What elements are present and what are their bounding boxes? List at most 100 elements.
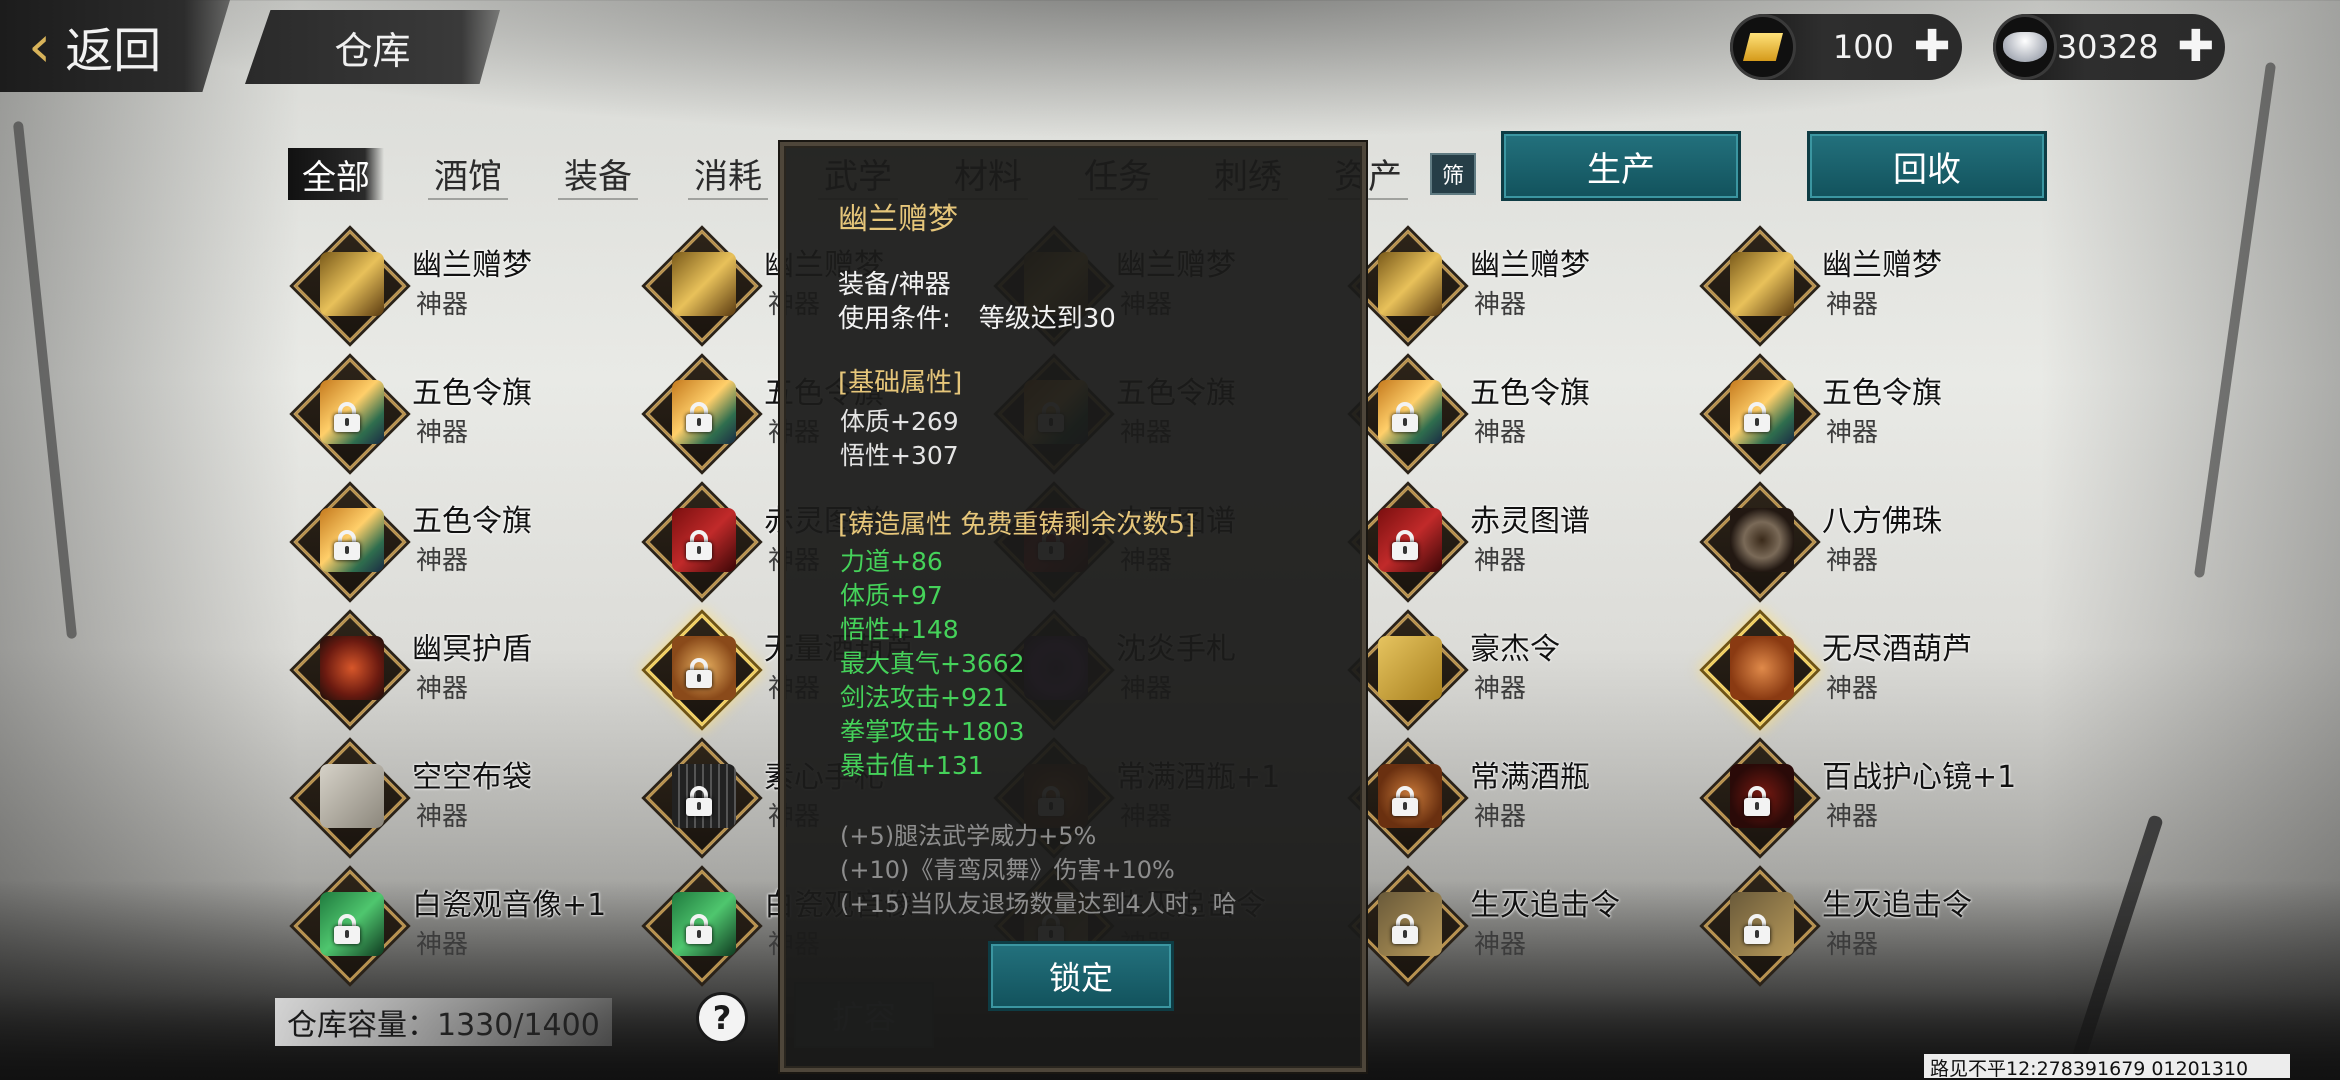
item-slot[interactable]: 赤灵图谱神器 bbox=[1348, 484, 1678, 602]
item-type: 神器 bbox=[1826, 546, 1879, 576]
item-tooltip: 幽兰赠梦 装备/神器 使用条件: 等级达到30 [基础属性] 体质+269 悟性+… bbox=[780, 142, 1366, 1072]
forge-stat: 悟性+148 bbox=[840, 615, 959, 644]
tab-equipment[interactable]: 装备 bbox=[558, 148, 638, 200]
item-slot[interactable]: 白瓷观音像+1 神器 bbox=[290, 868, 620, 986]
item-type: 神器 bbox=[416, 418, 469, 448]
item-slot[interactable]: 常满酒瓶神器 bbox=[1348, 740, 1678, 858]
item-type: 神器 bbox=[416, 802, 469, 832]
lock-button[interactable]: 锁定 bbox=[988, 941, 1174, 1011]
item-type: 神器 bbox=[1474, 546, 1527, 576]
back-label: 返回 bbox=[65, 23, 162, 79]
lock-icon bbox=[684, 530, 714, 560]
item-name: 五色令旗 bbox=[1470, 376, 1590, 411]
tooltip-type: 装备/神器 bbox=[838, 270, 951, 300]
lock-icon bbox=[1390, 914, 1420, 944]
item-slot[interactable]: 空空布袋 神器 bbox=[290, 740, 620, 858]
lock-icon bbox=[1390, 786, 1420, 816]
lock-icon bbox=[1390, 402, 1420, 432]
item-slot[interactable]: 生灭追击令神器 bbox=[1700, 868, 2030, 986]
gold-currency: 100 ✚ bbox=[1730, 14, 1962, 80]
item-icon bbox=[1730, 252, 1794, 316]
lock-icon bbox=[684, 658, 714, 688]
gold-value: 100 bbox=[1832, 28, 1894, 66]
item-slot[interactable]: 豪杰令神器 bbox=[1348, 612, 1678, 730]
tooltip-title: 幽兰赠梦 bbox=[838, 202, 958, 237]
item-icon bbox=[672, 252, 736, 316]
lock-icon bbox=[684, 914, 714, 944]
item-type: 神器 bbox=[416, 674, 469, 704]
tooltip-requirement: 使用条件: 等级达到30 bbox=[838, 298, 1116, 335]
set-bonus: (+15)当队友退场数量达到4人时，哈 bbox=[840, 890, 1237, 918]
item-slot[interactable]: 无尽酒葫芦 神器 bbox=[1700, 612, 2030, 730]
item-icon bbox=[320, 636, 384, 700]
item-type: 神器 bbox=[1826, 418, 1879, 448]
recycle-button[interactable]: 回收 bbox=[1807, 131, 2047, 201]
produce-button[interactable]: 生产 bbox=[1501, 131, 1741, 201]
item-type: 神器 bbox=[1474, 418, 1527, 448]
item-name: 生灭追击令 bbox=[1470, 888, 1620, 923]
silver-value: 30328 bbox=[2056, 28, 2159, 66]
item-name: 白瓷观音像+1 bbox=[412, 888, 607, 923]
item-name: 幽兰赠梦 bbox=[1822, 248, 1942, 283]
item-type: 神器 bbox=[416, 290, 469, 320]
item-slot[interactable]: 幽冥护盾神器 bbox=[290, 612, 620, 730]
item-slot[interactable]: 幽兰赠梦神器 bbox=[1348, 228, 1678, 346]
capacity-value: 1330/1400 bbox=[437, 1008, 600, 1043]
item-slot[interactable]: 八方佛珠神器 bbox=[1700, 484, 2030, 602]
back-button[interactable]: ‹ 返回 bbox=[0, 0, 230, 92]
item-name: 幽兰赠梦 bbox=[1470, 248, 1590, 283]
item-icon bbox=[1378, 252, 1442, 316]
page-title: 仓库 bbox=[245, 10, 500, 84]
lock-icon bbox=[1742, 914, 1772, 944]
tab-tavern[interactable]: 酒馆 bbox=[428, 148, 508, 200]
item-name: 五色令旗 bbox=[412, 504, 532, 539]
silver-ingot-icon bbox=[1993, 14, 2057, 80]
forge-stat: 最大真气+3662 bbox=[840, 649, 1025, 678]
item-icon bbox=[320, 764, 384, 828]
add-gold-button[interactable]: ✚ bbox=[1910, 25, 1954, 69]
item-type: 神器 bbox=[1474, 802, 1527, 832]
set-bonus: (+10)《青鸾凤舞》伤害+10% bbox=[840, 856, 1175, 884]
item-slot[interactable]: 幽兰赠梦神器 bbox=[290, 228, 620, 346]
item-icon bbox=[320, 252, 384, 316]
item-type: 神器 bbox=[1826, 930, 1879, 960]
item-name: 五色令旗 bbox=[412, 376, 532, 411]
item-name: 幽冥护盾 bbox=[412, 632, 532, 667]
item-type: 神器 bbox=[1474, 930, 1527, 960]
item-type: 神器 bbox=[1826, 290, 1879, 320]
lock-icon bbox=[1742, 786, 1772, 816]
lock-icon bbox=[1742, 402, 1772, 432]
item-type: 神器 bbox=[1474, 674, 1527, 704]
chevron-left-icon: ‹ bbox=[28, 12, 52, 80]
item-icon bbox=[1730, 636, 1794, 700]
forge-stat: 拳掌攻击+1803 bbox=[840, 717, 1025, 746]
item-icon bbox=[1378, 636, 1442, 700]
item-type: 神器 bbox=[416, 546, 469, 576]
set-bonus: (+5)腿法武学威力+5% bbox=[840, 822, 1097, 850]
tab-all[interactable]: 全部 bbox=[288, 148, 384, 200]
filter-button[interactable]: 筛 bbox=[1430, 153, 1476, 195]
item-slot[interactable]: 幽兰赠梦神器 bbox=[1700, 228, 2030, 346]
item-slot[interactable]: 生灭追击令神器 bbox=[1348, 868, 1678, 986]
player-id-watermark: 路见不平12:278391679 01201310 bbox=[1924, 1054, 2290, 1080]
help-icon[interactable]: ? bbox=[696, 992, 748, 1044]
item-name: 赤灵图谱 bbox=[1470, 504, 1590, 539]
add-silver-button[interactable]: ✚ bbox=[2175, 25, 2217, 69]
item-name: 八方佛珠 bbox=[1822, 504, 1942, 539]
gold-bar-icon bbox=[1730, 14, 1796, 80]
tab-consumables[interactable]: 消耗 bbox=[688, 148, 768, 200]
item-slot[interactable]: 五色令旗神器 bbox=[290, 356, 620, 474]
lock-icon bbox=[1390, 530, 1420, 560]
item-type: 神器 bbox=[416, 930, 469, 960]
item-name: 常满酒瓶 bbox=[1470, 760, 1590, 795]
item-name: 豪杰令 bbox=[1470, 632, 1560, 667]
forge-stat: 体质+97 bbox=[840, 581, 943, 610]
item-slot[interactable]: 五色令旗神器 bbox=[1348, 356, 1678, 474]
item-slot[interactable]: 五色令旗神器 bbox=[1700, 356, 2030, 474]
base-stat: 悟性+307 bbox=[840, 441, 959, 470]
item-name: 无尽酒葫芦 bbox=[1822, 632, 1972, 667]
forge-stat: 剑法攻击+921 bbox=[840, 683, 1009, 712]
item-slot[interactable]: 五色令旗神器 bbox=[290, 484, 620, 602]
forge-stat: 力道+86 bbox=[840, 547, 943, 576]
item-slot[interactable]: 百战护心镜+1 神器 bbox=[1700, 740, 2030, 858]
